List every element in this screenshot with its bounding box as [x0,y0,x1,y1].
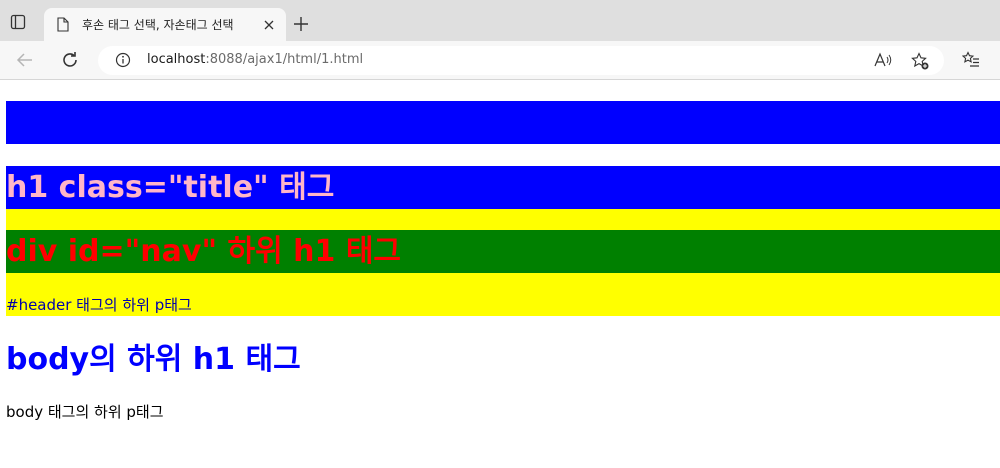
refresh-icon[interactable] [61,51,79,69]
header-block [6,101,1000,144]
header-yellow-band [6,209,1000,230]
body-paragraph: body 태그의 하위 p태그 [6,403,164,421]
url-host: localhost [147,52,206,67]
tab-actions-icon[interactable] [10,14,26,30]
nav-heading: div id="nav" 하위 h1 태그 [6,230,1000,273]
url-text[interactable]: localhost:8088/ajax1/html/1.html [147,52,363,67]
page-icon [57,17,69,32]
tab-strip: 후손 태그 선택, 자손태그 선택 [0,0,1000,41]
back-arrow-icon[interactable] [16,51,34,69]
address-bar[interactable]: localhost:8088/ajax1/html/1.html [98,46,944,75]
plus-icon[interactable] [294,16,308,31]
add-favorite-icon[interactable] [911,52,929,70]
tab-title: 후손 태그 선택, 자손태그 선택 [82,18,234,32]
body-heading: body의 하위 h1 태그 [6,342,301,377]
favorites-icon[interactable] [961,51,980,69]
url-path: :8088/ajax1/html/1.html [205,52,364,67]
close-icon[interactable] [262,17,276,31]
read-aloud-icon[interactable] [874,52,892,68]
title-heading: h1 class="title" 태그 [6,166,1000,209]
browser-toolbar: localhost:8088/ajax1/html/1.html [0,41,1000,80]
browser-tab[interactable]: 후손 태그 선택, 자손태그 선택 [44,8,286,41]
info-icon[interactable] [115,52,131,68]
header-paragraph: #header 태그의 하위 p태그 [6,273,1000,316]
